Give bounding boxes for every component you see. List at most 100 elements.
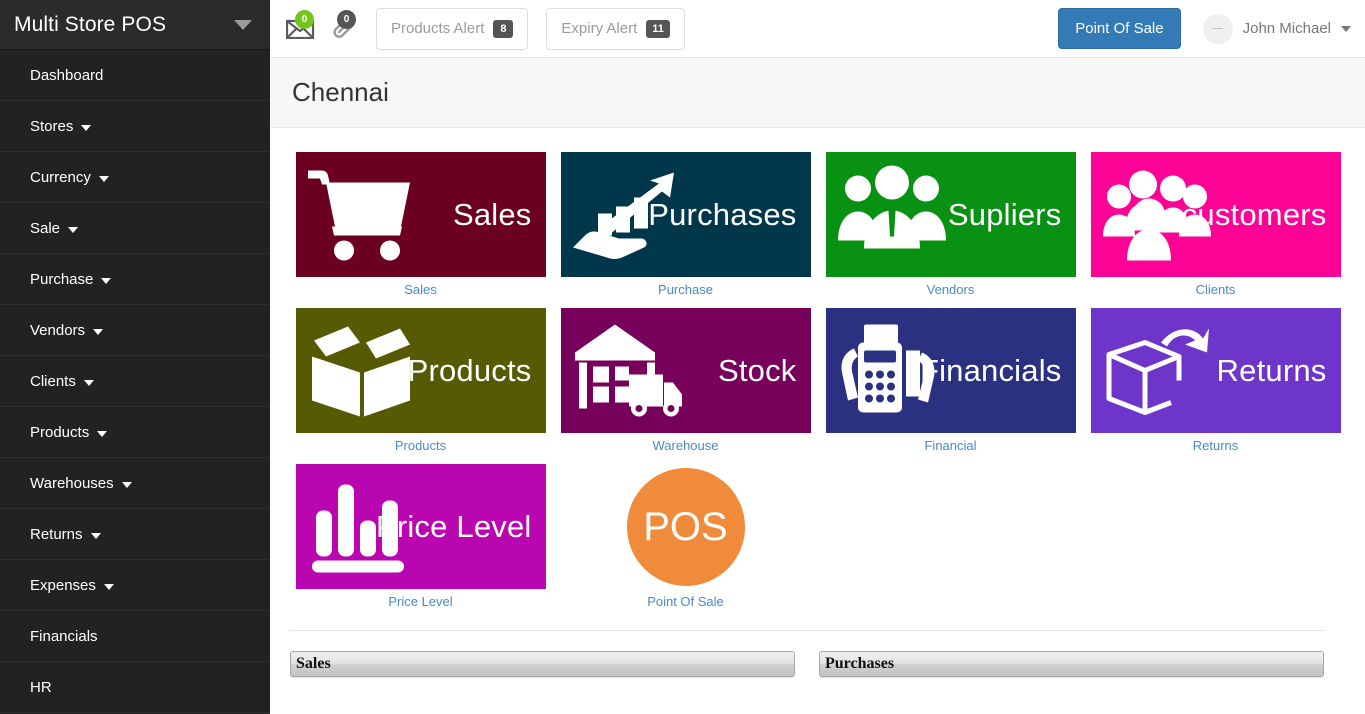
products-alert-count: 8 xyxy=(493,19,514,38)
tile-sales[interactable]: Sales xyxy=(295,152,546,277)
tile-caption-link[interactable]: Products xyxy=(395,433,446,464)
tile-clients[interactable]: customers xyxy=(1090,152,1341,277)
chevron-down-icon xyxy=(83,380,94,386)
sidebar-item-label: HR xyxy=(30,678,52,696)
chevron-down-icon xyxy=(103,584,114,590)
avatar-icon: ⎯⎯ xyxy=(1202,13,1233,44)
tile-returns[interactable]: Returns xyxy=(1090,308,1341,433)
chevron-down-icon xyxy=(97,431,108,437)
sidebar-item-dashboard[interactable]: Dashboard xyxy=(0,50,270,101)
sidebar-item-stores[interactable]: Stores xyxy=(0,101,270,152)
return-box-arrow-icon xyxy=(1101,318,1213,423)
panel-body xyxy=(290,677,795,714)
sidebar-item-purchase[interactable]: Purchase xyxy=(0,254,270,305)
tile-label: Supliers xyxy=(947,196,1062,232)
tile-cell: Price Level Price Level xyxy=(288,464,553,620)
tile-financial[interactable]: Financials xyxy=(825,308,1076,433)
content-area: Sales Sales Purchases Purchase Supliers Ven… xyxy=(270,128,1365,714)
sidebar-item-currency[interactable]: Currency xyxy=(0,152,270,203)
panel-title: Purchases xyxy=(825,655,895,672)
panel-header[interactable]: Sales xyxy=(290,651,795,677)
panel-body xyxy=(819,677,1324,714)
tile-cell: Returns Returns xyxy=(1083,308,1348,464)
attachment-notification[interactable]: 0 xyxy=(328,9,358,44)
tile-price-level[interactable]: Price Level xyxy=(295,464,546,589)
sidebar-item-label: Returns xyxy=(30,525,83,543)
sidebar-item-label: Products xyxy=(30,423,90,441)
tile-caption-link[interactable]: Warehouse xyxy=(653,433,719,464)
sidebar: Multi Store POS Dashboard Stores Currency S… xyxy=(0,0,270,714)
main-area: 0 0 Products Alert 8 Expiry Alert 11 Poi… xyxy=(270,0,1365,714)
sidebar-item-label: Expenses xyxy=(30,576,96,594)
chevron-down-icon xyxy=(81,125,92,131)
tile-cell: Stock Warehouse xyxy=(553,308,818,464)
tile-label: Sales xyxy=(452,196,532,232)
sidebar-item-sale[interactable]: Sale xyxy=(0,203,270,254)
tile-products[interactable]: Products xyxy=(295,308,546,433)
top-header: 0 0 Products Alert 8 Expiry Alert 11 Poi… xyxy=(270,0,1365,58)
sidebar-item-label: Currency xyxy=(30,168,91,186)
panel-header[interactable]: Purchases xyxy=(819,651,1324,677)
user-menu[interactable]: ⎯⎯ John Michael xyxy=(1202,13,1351,44)
tile-cell: Products Products xyxy=(288,308,553,464)
panel-title: Sales xyxy=(296,655,331,672)
expiry-alert-button[interactable]: Expiry Alert 11 xyxy=(546,7,685,50)
expiry-alert-label: Expiry Alert xyxy=(561,20,638,37)
notification-icons: 0 0 xyxy=(285,9,358,48)
tile-caption-link[interactable]: Sales xyxy=(404,277,437,308)
tile-cell: Supliers Vendors xyxy=(818,152,1083,308)
tile-vendors[interactable]: Supliers xyxy=(825,152,1076,277)
sidebar-item-products[interactable]: Products xyxy=(0,407,270,458)
chevron-down-icon[interactable] xyxy=(1341,25,1351,32)
sidebar-item-hr[interactable]: HR xyxy=(0,662,270,713)
sidebar-item-returns[interactable]: Returns xyxy=(0,509,270,560)
sidebar-item-vendors[interactable]: Vendors xyxy=(0,305,270,356)
tile-cell: POS Point Of Sale xyxy=(553,464,818,620)
expiry-alert-count: 11 xyxy=(646,19,670,38)
tile-label: Stock xyxy=(717,352,797,388)
tile-warehouse[interactable]: Stock xyxy=(560,308,811,433)
sidebar-nav: Dashboard Stores Currency Sale Purchase Vendo… xyxy=(0,50,270,714)
tile-label: Purchases xyxy=(648,196,797,232)
sidebar-item-label: Warehouses xyxy=(30,474,114,492)
chevron-down-icon xyxy=(68,227,79,233)
tile-purchase[interactable]: Purchases xyxy=(560,152,811,277)
brand-title: Multi Store POS xyxy=(14,12,167,36)
sidebar-item-clients[interactable]: Clients xyxy=(0,356,270,407)
attachment-count-badge: 0 xyxy=(337,9,356,29)
chevron-down-icon xyxy=(93,329,104,335)
tile-cell: Purchases Purchase xyxy=(553,152,818,308)
tile-caption-link[interactable]: Financial xyxy=(924,433,976,464)
tile-caption-link[interactable]: Price Level xyxy=(388,589,452,620)
tile-label: Financials xyxy=(919,352,1062,388)
sidebar-item-label: Sale xyxy=(30,219,61,237)
tile-cell: Financials Financial xyxy=(818,308,1083,464)
point-of-sale-button[interactable]: Point Of Sale xyxy=(1058,8,1181,49)
sidebar-item-warehouses[interactable]: Warehouses xyxy=(0,458,270,509)
sidebar-item-label: Stores xyxy=(30,117,74,135)
sidebar-brand[interactable]: Multi Store POS xyxy=(0,0,270,50)
products-alert-label: Products Alert xyxy=(391,20,485,37)
chevron-down-icon xyxy=(90,533,101,539)
tile-caption-link[interactable]: Returns xyxy=(1193,433,1239,464)
sidebar-item-expenses[interactable]: Expenses xyxy=(0,560,270,611)
tile-caption-link[interactable]: Purchase xyxy=(658,277,713,308)
pos-circle-icon[interactable]: POS xyxy=(626,468,745,586)
sidebar-item-financials[interactable]: Financials xyxy=(0,611,270,662)
sidebar-item-label: Financials xyxy=(30,627,98,645)
tile-caption-link[interactable]: Vendors xyxy=(927,277,975,308)
chevron-down-icon[interactable] xyxy=(234,19,252,30)
chevron-down-icon xyxy=(121,482,132,488)
warehouse-truck-icon xyxy=(571,318,683,423)
products-alert-button[interactable]: Products Alert 8 xyxy=(376,7,529,50)
people-group-icon xyxy=(836,162,948,267)
mail-count-badge: 0 xyxy=(295,9,314,29)
tile-caption-link[interactable]: Clients xyxy=(1196,277,1236,308)
app-root: Multi Store POS Dashboard Stores Currency S… xyxy=(0,0,1365,714)
mail-notification[interactable]: 0 xyxy=(285,9,316,44)
tile-cell: Sales Sales xyxy=(288,152,553,308)
tile-caption-link[interactable]: Point Of Sale xyxy=(647,589,724,620)
panel-sales: Sales xyxy=(290,651,795,714)
page-header: Chennai xyxy=(270,58,1365,128)
tile-label: Products xyxy=(407,352,532,388)
